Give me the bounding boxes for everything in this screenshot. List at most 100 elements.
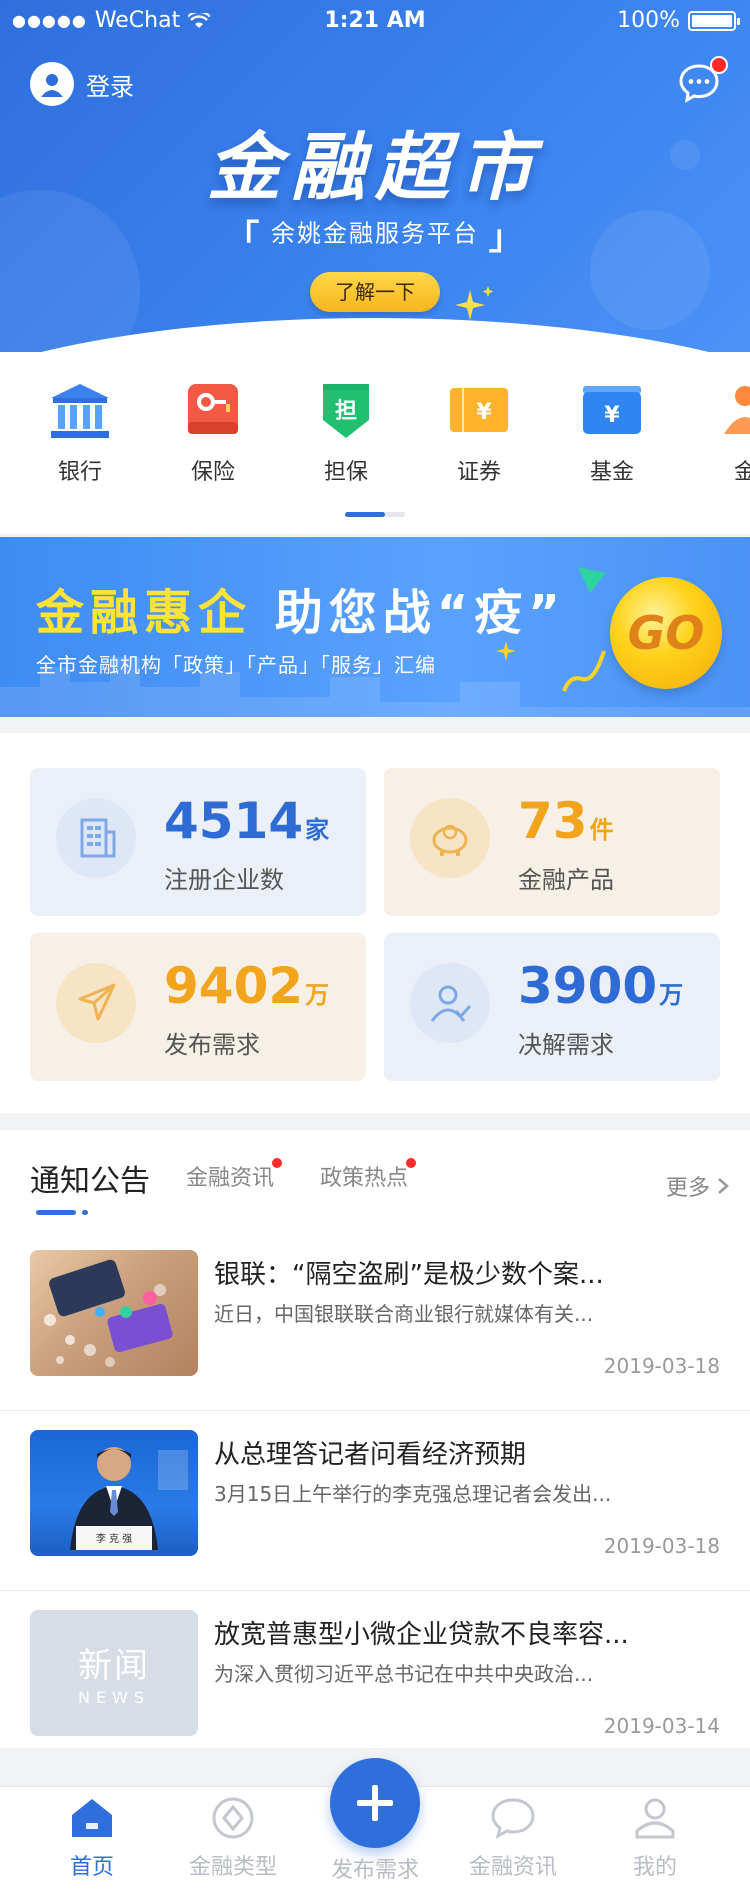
list-item[interactable]: 银联：“隔空盗刷”是极少数个案... 近日，中国银联联合商业银行就媒体有关...…: [0, 1240, 750, 1420]
triangle-decor: [578, 567, 606, 593]
hero-subtitle: 余姚金融服务平台: [271, 219, 479, 248]
news-date: 2019-03-14: [603, 1714, 720, 1738]
banner-subtitle: 全市金融机构「政策」「产品」「服务」汇编: [36, 653, 436, 677]
news-section: 通知公告 金融资讯 政策热点 更多 银联：“隔空盗刷”是极少数个案... 近日，: [0, 1130, 750, 1748]
svg-text:担: 担: [335, 399, 357, 424]
news-date: 2019-03-18: [603, 1534, 720, 1558]
tab-finance-types[interactable]: 金融类型: [168, 1797, 298, 1881]
bracket-open: 「: [225, 218, 262, 258]
category-securities[interactable]: ¥ 证券: [429, 382, 529, 486]
tab-label: 金融资讯: [186, 1166, 275, 1191]
tab-label: 我的: [632, 1855, 677, 1880]
login-button[interactable]: 登录: [30, 62, 134, 106]
send-icon: [78, 983, 116, 1021]
bank-icon: [51, 384, 109, 438]
hero-subtitle-row: 「 余姚金融服务平台 」: [0, 210, 750, 259]
status-bar: ●●●●● WeChat 1:21 AM 100%: [0, 0, 750, 40]
stat-value: 9402: [164, 957, 304, 1015]
battery-percent: 100%: [617, 8, 680, 33]
tab-financial-news[interactable]: 金融资讯: [448, 1797, 578, 1881]
card-payment-image: [44, 1259, 173, 1367]
news-thumbnail: [30, 1250, 198, 1376]
home-icon: [72, 1799, 112, 1837]
stat-value: 4514: [164, 792, 304, 850]
news-description: 3月15日上午举行的李克强总理记者会发出...: [214, 1482, 612, 1506]
stat-icon-circle: [410, 798, 490, 878]
category-strip[interactable]: 银行 保险 担 担保 ¥ 证券 ¥ 基金 金: [0, 352, 750, 534]
category-fund[interactable]: ¥ 基金: [562, 382, 662, 486]
more-label: 更多: [665, 1176, 710, 1201]
bracket-close: 」: [488, 218, 525, 258]
stat-caption: 金融产品: [518, 866, 614, 894]
carousel-indicator: [345, 512, 405, 517]
profile-icon: [635, 1798, 675, 1839]
news-title: 银联：“隔空盗刷”是极少数个案...: [214, 1260, 604, 1290]
svg-text:¥: ¥: [476, 400, 492, 425]
tab-home[interactable]: 首页: [27, 1797, 157, 1881]
svg-text:李 克 强: 李 克 强: [96, 1532, 132, 1545]
category-insurance[interactable]: 保险: [163, 382, 263, 486]
stat-icon-circle: [56, 963, 136, 1043]
stat-resolved-demand[interactable]: 3900万 决解需求: [384, 933, 720, 1081]
promo-banner[interactable]: 金融惠企 助您战“疫” 全市金融机构「政策」「产品」「服务」汇编 GO: [0, 537, 750, 717]
stat-icon-circle: [410, 963, 490, 1043]
tab-notices[interactable]: 通知公告: [30, 1156, 150, 1200]
learn-more-button[interactable]: 了解一下: [310, 272, 440, 312]
news-thumbnail: 李 克 强: [30, 1430, 198, 1556]
tab-profile[interactable]: 我的: [590, 1797, 720, 1881]
more-link[interactable]: 更多: [666, 1170, 730, 1202]
stat-number: 3900万: [518, 957, 683, 1015]
news-description: 近日，中国银联联合商业银行就媒体有关...: [214, 1302, 594, 1326]
news-tabs: 通知公告 金融资讯 政策热点: [30, 1158, 730, 1220]
stat-value: 73: [518, 792, 588, 850]
category-label: 金: [733, 460, 750, 485]
tab-label: 金融资讯: [468, 1855, 557, 1880]
news-title: 从总理答记者问看经济预期: [214, 1440, 527, 1470]
tab-label: 金融类型: [188, 1855, 277, 1880]
category-icon: [212, 1797, 254, 1839]
category-label: 银行: [57, 460, 102, 485]
stat-number: 73件: [518, 792, 614, 850]
tab-financial-news[interactable]: 金融资讯: [186, 1158, 283, 1192]
category-bank[interactable]: 银行: [30, 382, 130, 486]
stat-icon-circle: [56, 798, 136, 878]
tab-label: 首页: [69, 1855, 114, 1880]
stat-financial-products[interactable]: 73件 金融产品: [384, 768, 720, 916]
stat-number: 4514家: [164, 792, 329, 850]
guarantee-icon: 担: [323, 384, 369, 438]
insurance-icon: [188, 384, 238, 434]
stat-number: 9402万: [164, 957, 329, 1015]
banner-title-highlight: 金融惠企: [36, 585, 253, 641]
tab-publish-label[interactable]: 发布需求: [300, 1852, 450, 1884]
category-guarantee[interactable]: 担 担保: [296, 382, 396, 486]
finance-icon: [724, 386, 750, 434]
chat-icon: [491, 1798, 535, 1839]
stat-caption: 注册企业数: [164, 866, 284, 894]
placeholder-main: 新闻: [78, 1646, 150, 1686]
active-tab-indicator-dot: [82, 1210, 88, 1215]
stats-section: 4514家 注册企业数 73件 金融产品 9402万 发布需求 3900万 决解…: [0, 733, 750, 1113]
news-thumbnail-placeholder: 新闻 NEWS: [30, 1610, 198, 1736]
star-decor: [496, 641, 516, 661]
go-button[interactable]: GO: [610, 577, 722, 689]
placeholder-sub: NEWS: [77, 1688, 151, 1707]
news-date: 2019-03-18: [603, 1354, 720, 1378]
building-icon: [80, 818, 116, 858]
banner-title-rest: 助您战“疫”: [274, 585, 566, 641]
category-label: 基金: [589, 460, 634, 485]
category-finance[interactable]: 金: [695, 382, 750, 486]
active-tab-indicator: [36, 1210, 76, 1215]
svg-text:¥: ¥: [604, 403, 620, 428]
stat-unit: 万: [659, 981, 684, 1009]
publish-demand-button[interactable]: [330, 1758, 420, 1848]
category-label: 保险: [190, 460, 235, 485]
tab-policy-hotspots[interactable]: 政策热点: [320, 1158, 417, 1192]
stat-registered-companies[interactable]: 4514家 注册企业数: [30, 768, 366, 916]
news-title: 放宽普惠型小微企业贷款不良率容...: [214, 1620, 629, 1650]
user-icon: [30, 62, 74, 106]
list-item[interactable]: 新闻 NEWS 放宽普惠型小微企业贷款不良率容... 为深入贯彻习近平总书记在中…: [0, 1600, 750, 1780]
notification-badge: [710, 56, 728, 74]
battery-icon: [688, 10, 740, 31]
list-item[interactable]: 李 克 强 从总理答记者问看经济预期 3月15日上午举行的李克强总理记者会发出.…: [0, 1420, 750, 1600]
stat-published-demand[interactable]: 9402万 发布需求: [30, 933, 366, 1081]
